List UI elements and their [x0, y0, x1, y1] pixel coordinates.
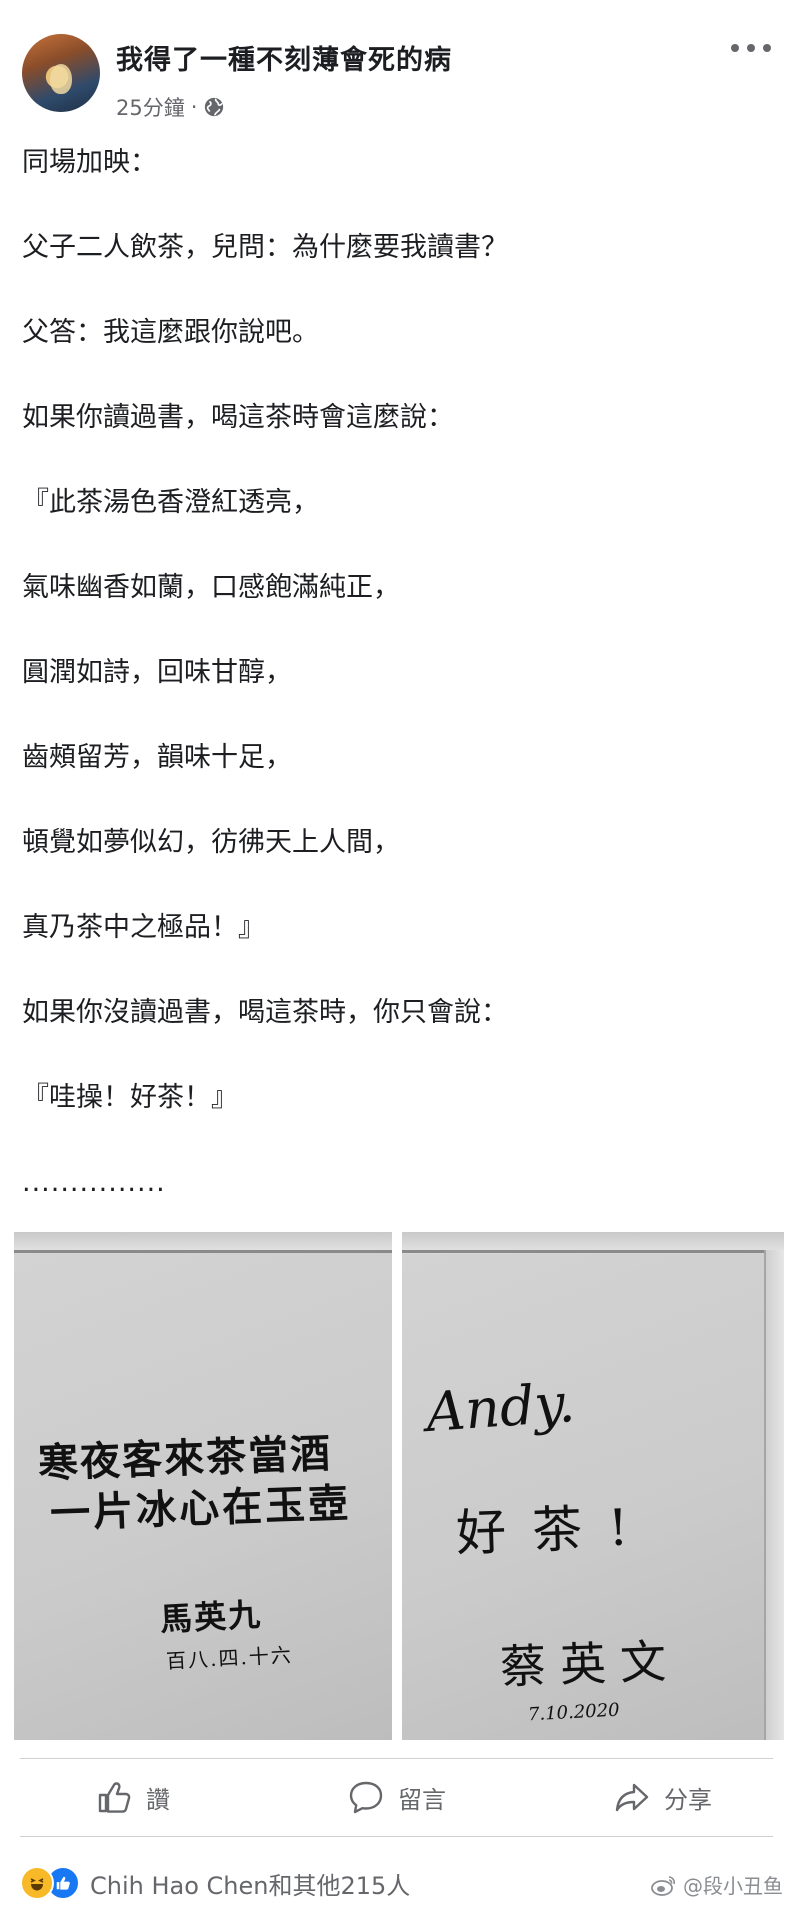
post-line: 如果你讀過書，喝這茶時會這麼說： [22, 402, 454, 433]
watermark: @段小丑鱼 [651, 1870, 783, 1899]
post-meta: 25分鐘 · [116, 92, 225, 122]
divider [20, 1836, 773, 1837]
post-line: 氣味幽香如蘭，口感飽滿純正， [22, 572, 400, 603]
handwriting-signature: 蔡英文 [499, 1633, 681, 1695]
frame-edge [14, 1232, 392, 1253]
thumbs-up-icon [98, 1782, 131, 1813]
share-button[interactable]: 分享 [612, 1774, 712, 1820]
photo-tsai-handwriting[interactable]: Andy. 好茶! 蔡英文 7.10.2020 [402, 1232, 784, 1740]
like-button[interactable]: 讚 [94, 1774, 170, 1820]
post-line: 『此茶湯色香澄紅透亮， [22, 487, 319, 518]
reaction-names[interactable]: Chih Hao Chen和其他215人 [90, 1866, 410, 1901]
comment-button[interactable]: 留言 [346, 1774, 446, 1820]
haha-emoji-icon [20, 1866, 54, 1900]
handwriting-date: 7.10.2020 [527, 1699, 621, 1726]
photo-ma-calligraphy[interactable]: 寒夜客來茶當酒 一片冰心在玉壺 馬英九 百八.四.十六 [14, 1232, 392, 1740]
divider [20, 1758, 773, 1759]
watermark-text: @段小丑鱼 [683, 1874, 783, 1898]
post-line: 『哇操！好茶！』 [22, 1082, 238, 1113]
handwriting-line: Andy. [423, 1370, 577, 1445]
handwriting-paper: Andy. 好茶! 蔡英文 7.10.2020 [402, 1254, 784, 1740]
post-author[interactable]: 我得了一種不刻薄會死的病 [116, 38, 452, 77]
photo-grid: 寒夜客來茶當酒 一片冰心在玉壺 馬英九 百八.四.十六 Andy. 好茶! 蔡英… [14, 1232, 784, 1740]
avatar[interactable] [22, 34, 100, 112]
frame-edge [402, 1232, 784, 1253]
comment-label: 留言 [398, 1785, 446, 1814]
action-bar: 讚 留言 分享 [0, 1760, 793, 1834]
weibo-icon [651, 1875, 675, 1896]
more-horizontal-icon[interactable] [731, 36, 771, 60]
post-line: 圓潤如詩，回味甘醇， [22, 657, 292, 688]
calligraphy-line: 一片冰心在玉壺 [49, 1479, 352, 1538]
reaction-summary[interactable]: Chih Hao Chen和其他215人 [20, 1864, 410, 1902]
share-arrow-icon [615, 1783, 649, 1812]
handwriting-line: 好茶! [455, 1497, 656, 1563]
share-label: 分享 [664, 1785, 712, 1814]
globe-icon[interactable] [203, 96, 225, 118]
calligraphy-date: 百八.四.十六 [165, 1642, 294, 1674]
speech-bubble-icon [349, 1781, 383, 1814]
post-line: ............... [22, 1167, 166, 1198]
post-line: 真乃茶中之極品！』 [22, 912, 265, 943]
post-line: 如果你沒讀過書，喝這茶時，你只會說： [22, 997, 508, 1028]
post-body: 同場加映： 父子二人飲茶，兒問：為什麼要我讀書？ 父答：我這麼跟你說吧。 如果你… [22, 146, 772, 1251]
meta-separator: · [190, 95, 198, 119]
post-time[interactable]: 25分鐘 [116, 92, 185, 122]
like-label: 讚 [146, 1785, 170, 1814]
frame-edge [764, 1250, 784, 1740]
post-line: 父子二人飲茶，兒問：為什麼要我讀書？ [22, 232, 508, 263]
calligraphy-paper: 寒夜客來茶當酒 一片冰心在玉壺 馬英九 百八.四.十六 [14, 1254, 392, 1740]
post-line: 父答：我這麼跟你說吧。 [22, 317, 319, 348]
post-line: 頓覺如夢似幻，彷彿天上人間， [22, 827, 400, 858]
post-line: 同場加映： [22, 147, 157, 178]
post-header: 我得了一種不刻薄會死的病 25分鐘 · [0, 0, 793, 130]
calligraphy-signature: 馬英九 [159, 1595, 264, 1639]
post-line: 齒頰留芳，韻味十足， [22, 742, 292, 773]
